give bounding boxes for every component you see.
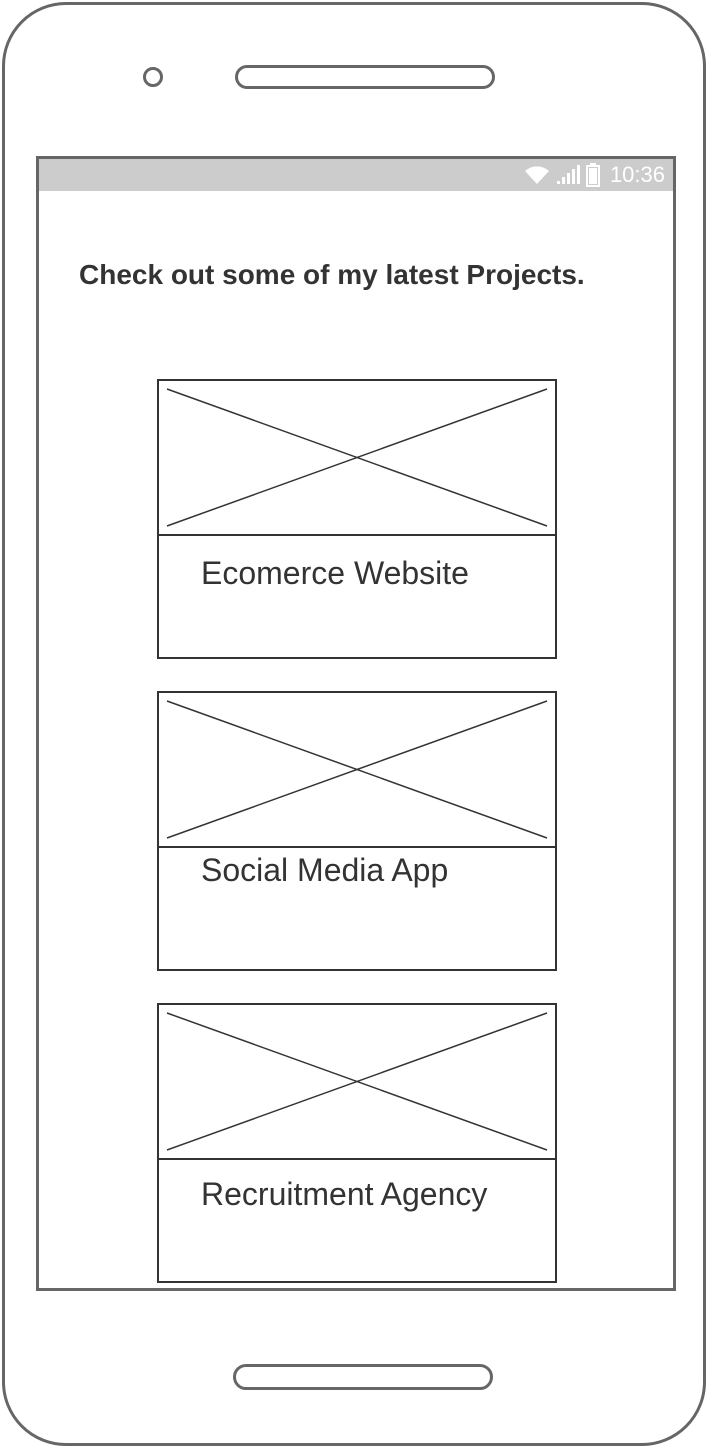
project-card-ecommerce[interactable]: Ecomerce Website <box>157 379 557 659</box>
wifi-icon <box>524 166 549 184</box>
front-camera <box>143 67 163 87</box>
battery-icon <box>585 163 600 187</box>
project-title: Recruitment Agency <box>201 1176 488 1212</box>
page-headline: Check out some of my latest Projects. <box>79 259 585 290</box>
status-icons: 10:36 <box>524 159 665 191</box>
home-button[interactable] <box>233 1364 493 1390</box>
status-time: 10:36 <box>609 162 665 187</box>
project-card-social-media[interactable]: Social Media App <box>157 691 557 971</box>
earpiece-speaker <box>235 65 495 89</box>
project-card-recruitment[interactable]: Recruitment Agency <box>157 1003 557 1283</box>
project-title: Social Media App <box>201 852 449 888</box>
phone-screen: 10:36 Check out some of my latest Projec… <box>36 156 676 1291</box>
project-title: Ecomerce Website <box>201 555 469 591</box>
status-bar: 10:36 <box>39 159 673 191</box>
image-placeholder-icon <box>159 693 555 848</box>
image-placeholder-icon <box>159 1005 555 1160</box>
signal-icon <box>556 165 580 184</box>
image-placeholder-icon <box>159 381 555 536</box>
